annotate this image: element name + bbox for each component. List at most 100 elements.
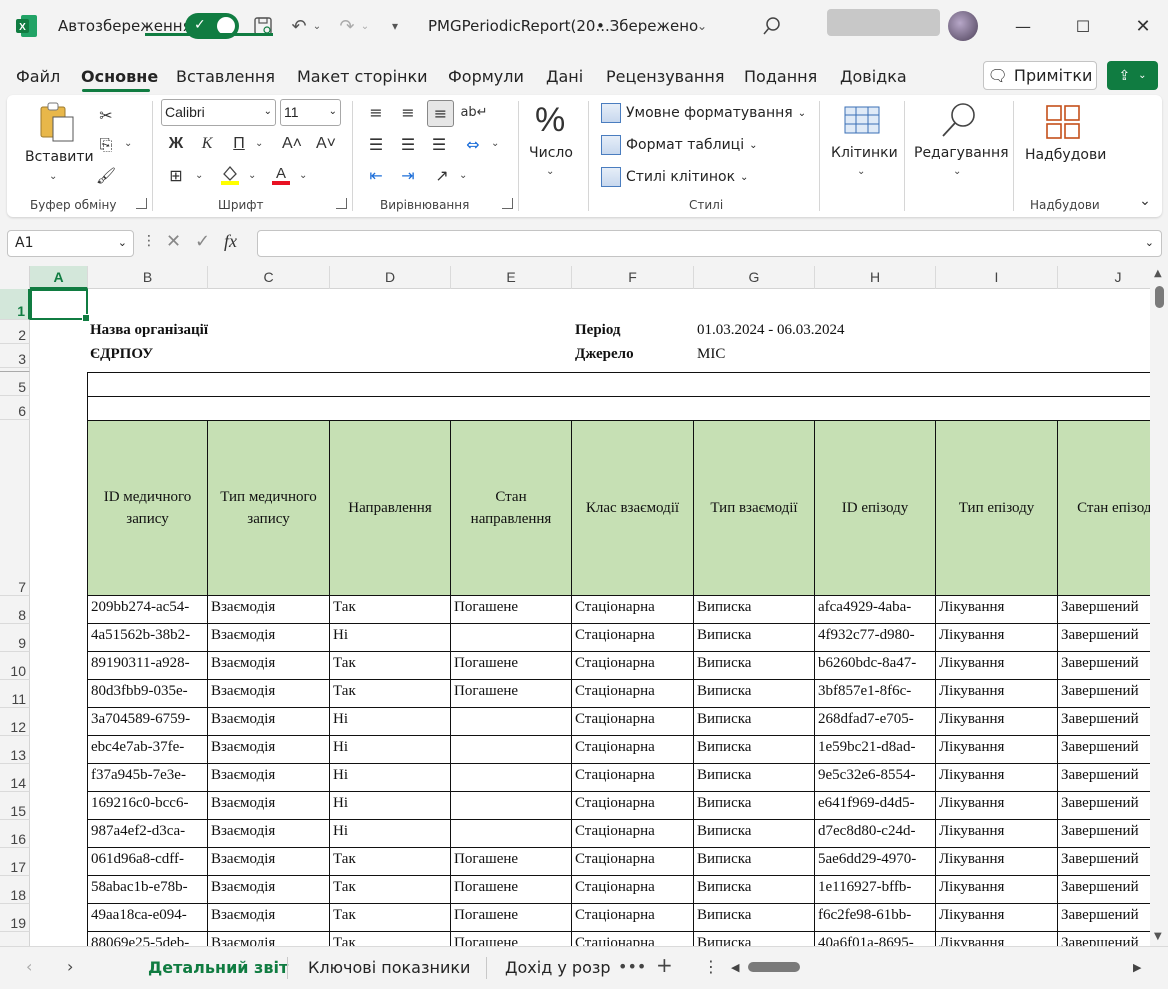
table-cell[interactable]: d7ec8d80-c24d- xyxy=(815,820,936,848)
tab-insert[interactable]: Вставлення xyxy=(176,67,275,86)
maximize-icon[interactable]: ☐ xyxy=(1068,12,1098,40)
row-header-7[interactable]: 7 xyxy=(0,420,30,596)
column-header-c[interactable]: C xyxy=(208,266,330,289)
table-cell[interactable]: Погашене xyxy=(451,848,572,876)
borders-dropdown-icon[interactable]: ⌄ xyxy=(195,170,203,181)
table-cell[interactable]: Лікування xyxy=(936,932,1058,946)
table-cell[interactable]: Виписка xyxy=(694,708,815,736)
table-cell[interactable]: f6c2fe98-61bb- xyxy=(815,904,936,932)
clipboard-launcher-icon[interactable] xyxy=(136,198,147,209)
table-cell[interactable]: Взаємодія xyxy=(208,708,330,736)
table-cell[interactable]: Лікування xyxy=(936,596,1058,624)
vertical-scroll-thumb[interactable] xyxy=(1155,286,1164,308)
table-cell[interactable]: 169216c0-bcc6- xyxy=(87,792,208,820)
table-cell[interactable]: Стаціонарна xyxy=(572,624,694,652)
tab-page-layout[interactable]: Макет сторінки xyxy=(297,67,428,86)
copy-icon[interactable]: ⎘ xyxy=(94,133,118,157)
table-cell[interactable]: 3bf857e1-8f6c- xyxy=(815,680,936,708)
row-header[interactable]: 12 xyxy=(0,708,30,736)
table-cell[interactable]: Завершений xyxy=(1058,708,1150,736)
table-cell[interactable]: 88069e25-5deb- xyxy=(87,932,208,946)
number-dropdown-icon[interactable]: ⌄ xyxy=(546,166,554,177)
alignment-launcher-icon[interactable] xyxy=(502,198,513,209)
row-header-5[interactable]: 5 xyxy=(0,372,30,396)
table-cell[interactable]: Виписка xyxy=(694,904,815,932)
insert-function-icon[interactable]: fx xyxy=(224,231,237,252)
copy-dropdown-icon[interactable]: ⌄ xyxy=(124,138,132,149)
tab-review[interactable]: Рецензування xyxy=(606,67,724,86)
table-cell[interactable] xyxy=(451,820,572,848)
merge-center-icon[interactable]: ⇔ xyxy=(461,132,485,156)
editing-button[interactable]: Редагування ⌄ xyxy=(913,101,1009,191)
table-cell[interactable]: Стаціонарна xyxy=(572,932,694,946)
table-cell[interactable]: Завершений xyxy=(1058,848,1150,876)
avatar[interactable] xyxy=(948,11,978,41)
table-cell[interactable]: b6260bdc-8a47- xyxy=(815,652,936,680)
table-cell[interactable]: Погашене xyxy=(451,904,572,932)
table-cell[interactable]: Взаємодія xyxy=(208,848,330,876)
table-cell[interactable]: 80d3fbb9-035e- xyxy=(87,680,208,708)
table-cell[interactable]: Стаціонарна xyxy=(572,708,694,736)
table-cell[interactable]: Виписка xyxy=(694,820,815,848)
column-header-b[interactable]: B xyxy=(88,266,208,289)
row-header[interactable]: 16 xyxy=(0,820,30,848)
table-cell[interactable]: afca4929-4aba- xyxy=(815,596,936,624)
more-sheets-icon[interactable]: ••• xyxy=(618,957,646,976)
table-cell[interactable]: Стаціонарна xyxy=(572,820,694,848)
column-header-d[interactable]: D xyxy=(330,266,451,289)
sheet-tab-key-indicators[interactable]: Ключові показники xyxy=(308,958,470,977)
table-cell[interactable]: 3a704589-6759- xyxy=(87,708,208,736)
share-button[interactable]: ⇪ ⌄ xyxy=(1107,61,1158,90)
table-cell[interactable]: Завершений xyxy=(1058,764,1150,792)
table-cell[interactable] xyxy=(451,708,572,736)
table-cell[interactable]: Виписка xyxy=(694,848,815,876)
active-cell-a1[interactable] xyxy=(30,289,90,322)
sheet-tab-income[interactable]: Дохід у розр xyxy=(505,958,611,977)
table-cell[interactable]: Виписка xyxy=(694,596,815,624)
table-cell[interactable]: Так xyxy=(330,680,451,708)
row-header[interactable]: 18 xyxy=(0,876,30,904)
cut-icon[interactable]: ✂ xyxy=(94,103,118,127)
table-cell[interactable]: Погашене xyxy=(451,932,572,946)
table-cell[interactable]: Погашене xyxy=(451,876,572,904)
redo-dropdown-icon[interactable]: ⌄ xyxy=(359,14,371,38)
orientation-dropdown-icon[interactable]: ⌄ xyxy=(459,170,467,181)
align-middle-icon[interactable]: ≡ xyxy=(396,100,420,124)
table-cell[interactable]: Виписка xyxy=(694,792,815,820)
table-cell[interactable]: Стаціонарна xyxy=(572,876,694,904)
more-options-icon[interactable]: ⋮ xyxy=(142,233,156,249)
table-cell[interactable]: Погашене xyxy=(451,652,572,680)
table-cell[interactable]: Ні xyxy=(330,736,451,764)
merged-row-6[interactable] xyxy=(87,396,1150,421)
increase-indent-icon[interactable]: ⇥ xyxy=(396,163,420,187)
tab-help[interactable]: Довідка xyxy=(840,67,907,86)
sheet-tab-detailed[interactable]: Детальний звіт xyxy=(148,958,288,977)
table-header-cell[interactable]: Тип медичного запису xyxy=(208,420,330,596)
table-cell[interactable]: Ні xyxy=(330,624,451,652)
notes-button[interactable]: 🗨 Примітки xyxy=(983,61,1097,90)
close-icon[interactable]: ✕ xyxy=(1128,12,1158,40)
decrease-indent-icon[interactable]: ⇤ xyxy=(364,163,388,187)
format-painter-icon[interactable]: 🖌 xyxy=(94,163,118,187)
scroll-left-icon[interactable]: ◀ xyxy=(731,961,739,974)
table-cell[interactable]: Стаціонарна xyxy=(572,652,694,680)
confirm-entry-icon[interactable]: ✓ xyxy=(195,231,210,252)
align-bottom-icon[interactable]: ≡ xyxy=(427,100,454,127)
row-header-3[interactable]: 3 xyxy=(0,344,30,368)
horizontal-scroll-thumb[interactable] xyxy=(748,962,800,972)
table-cell[interactable]: Завершений xyxy=(1058,652,1150,680)
table-cell[interactable]: 40a6f01a-8695- xyxy=(815,932,936,946)
paste-button[interactable]: Вставити ⌄ xyxy=(25,101,94,191)
row-header[interactable]: 11 xyxy=(0,680,30,708)
table-cell[interactable]: Завершений xyxy=(1058,820,1150,848)
shrink-font-button[interactable]: A˅ xyxy=(314,132,338,156)
font-size-select[interactable]: 11 ⌄ xyxy=(280,99,341,126)
table-cell[interactable]: Виписка xyxy=(694,624,815,652)
tab-home[interactable]: Основне xyxy=(81,67,158,86)
align-top-icon[interactable]: ≡ xyxy=(364,100,388,124)
table-cell[interactable]: Виписка xyxy=(694,764,815,792)
table-cell[interactable]: Лікування xyxy=(936,792,1058,820)
previous-sheet-icon[interactable]: ‹ xyxy=(26,957,32,976)
table-cell[interactable]: Виписка xyxy=(694,876,815,904)
table-header-cell[interactable]: Направлення xyxy=(330,420,451,596)
